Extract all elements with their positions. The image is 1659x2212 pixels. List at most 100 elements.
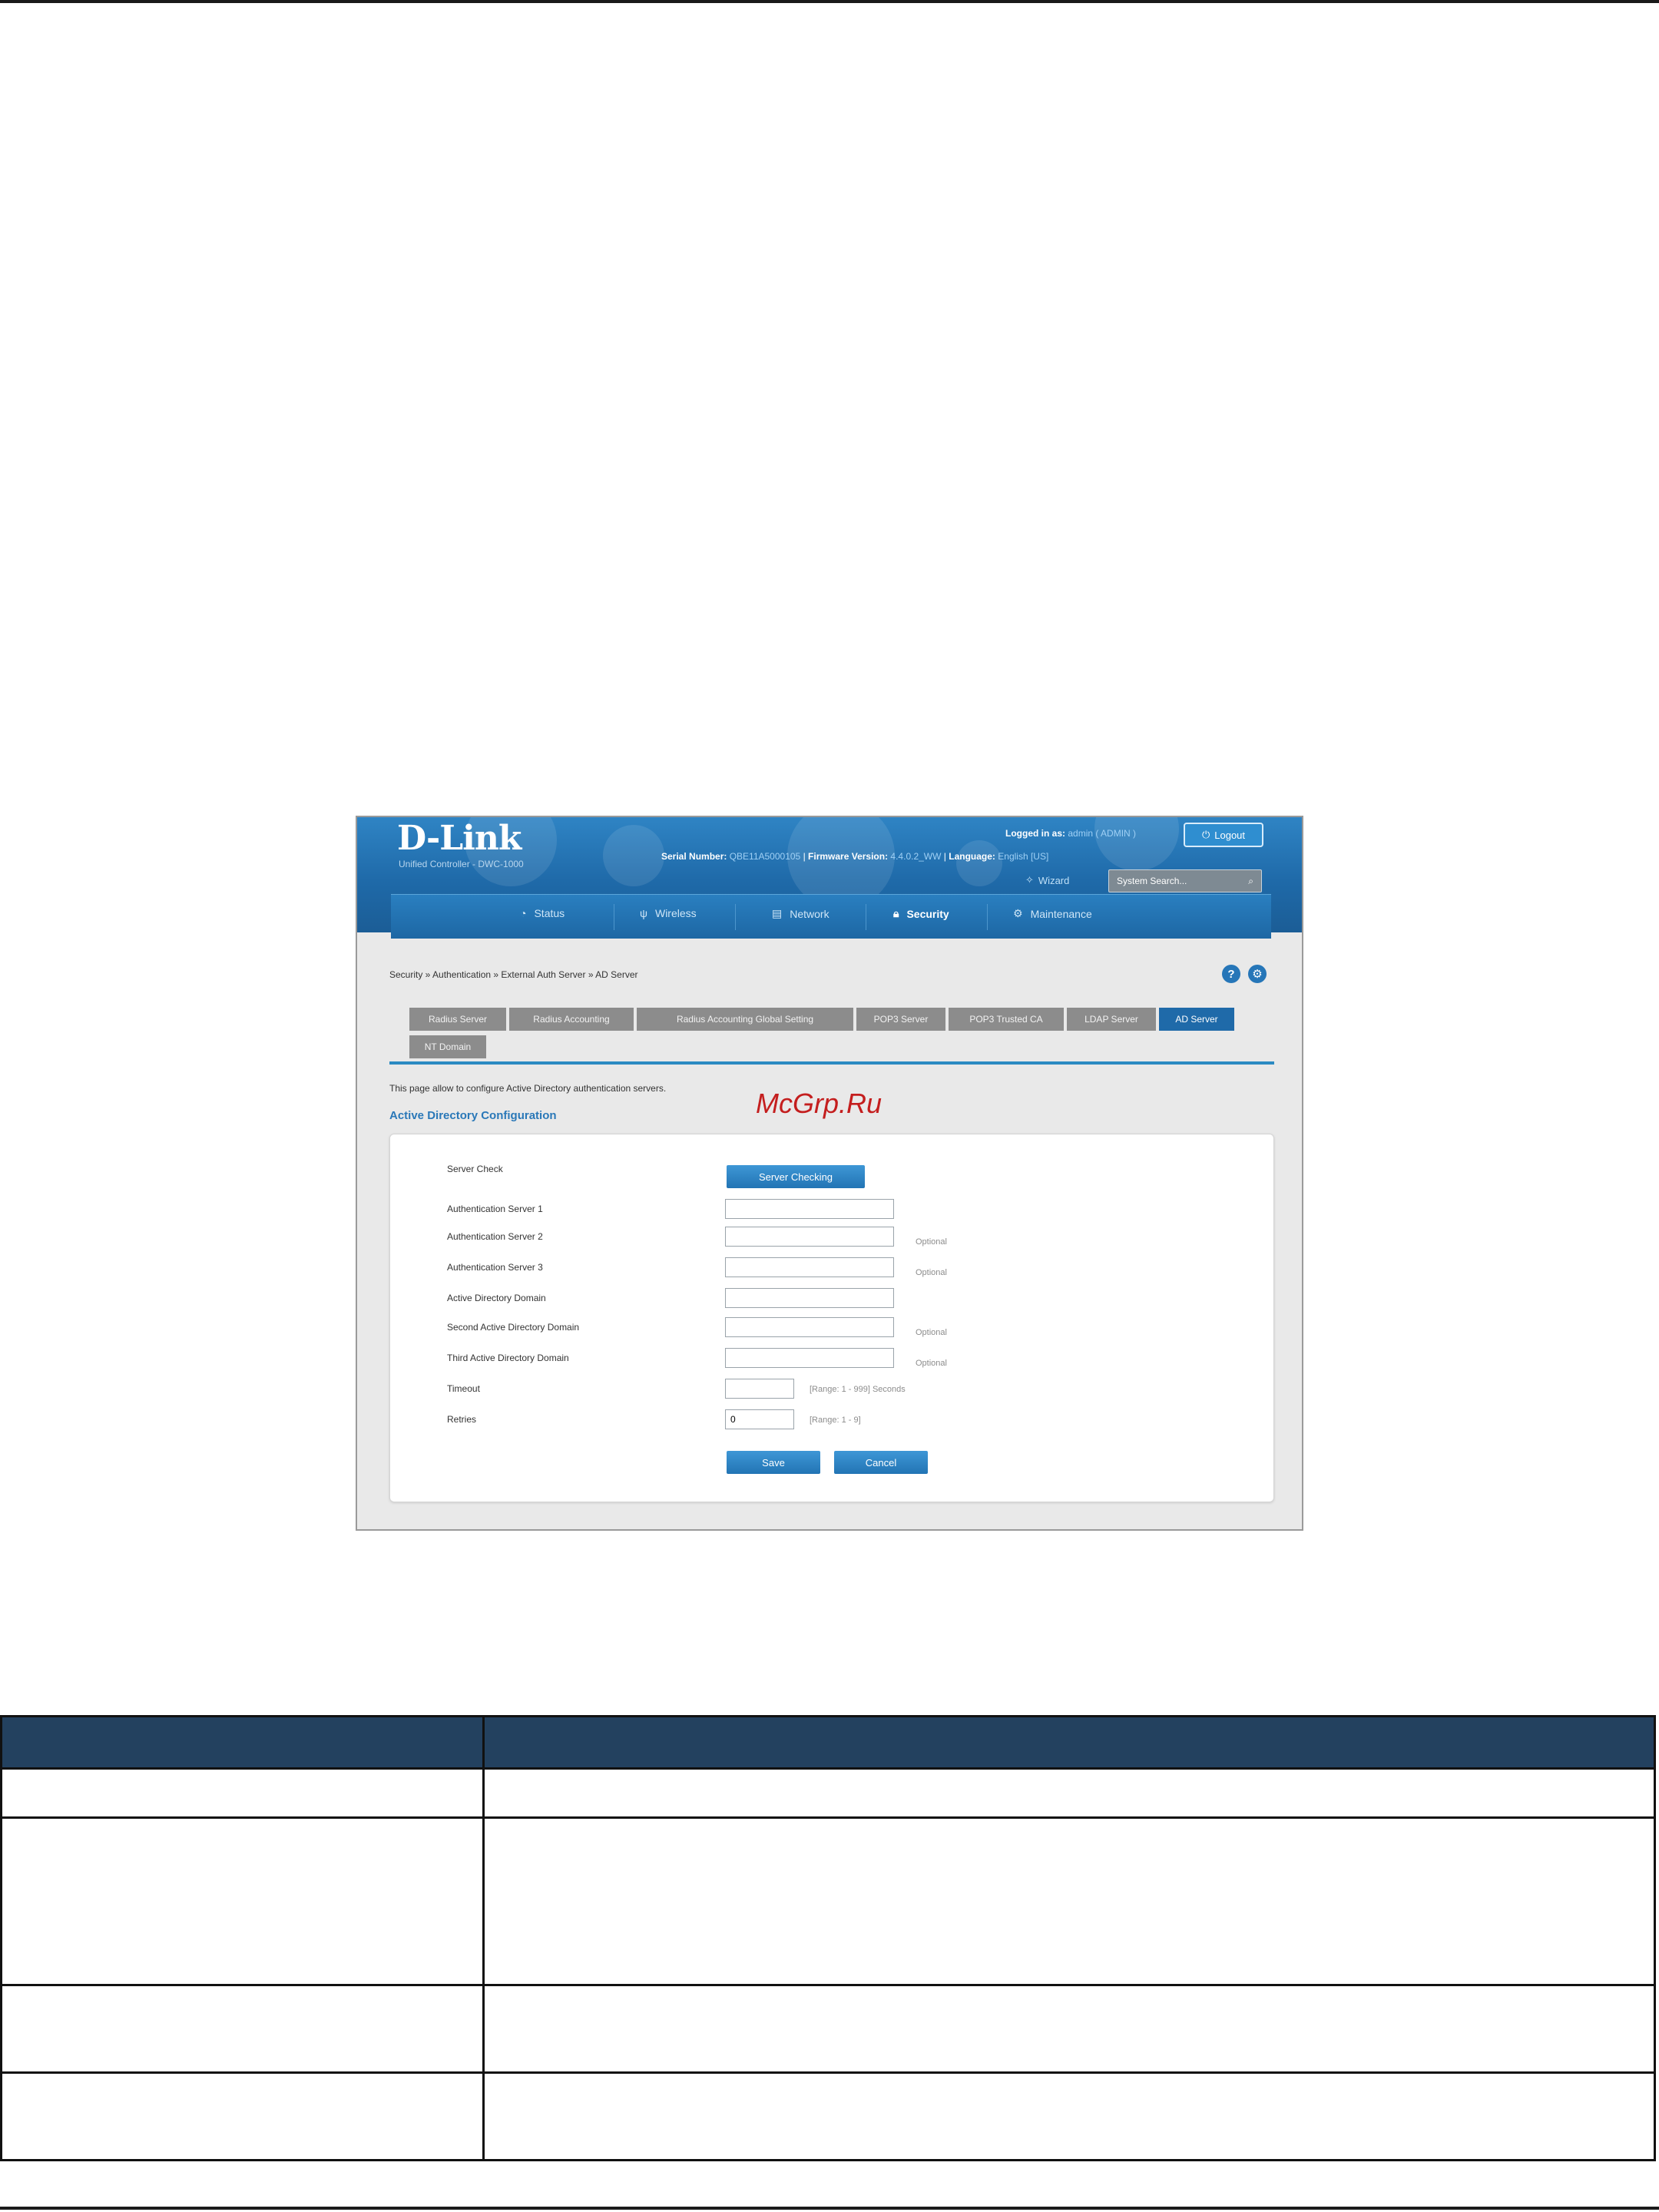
second-ad-domain-label: Second Active Directory Domain [447,1322,580,1333]
timeout-label: Timeout [447,1383,480,1394]
auth-server-3-label: Authentication Server 3 [447,1262,543,1273]
wizard-label: Wizard [1038,874,1070,886]
third-ad-domain-label: Third Active Directory Domain [447,1353,569,1363]
tab-radius-accounting-global[interactable]: Radius Accounting Global Setting [637,1008,853,1031]
antenna-icon: ψ [640,907,647,919]
breadcrumb: Security » Authentication » External Aut… [389,969,638,980]
table-row [0,1984,1656,2074]
cancel-button[interactable]: Cancel [834,1451,928,1474]
language-value[interactable]: English [US] [998,851,1048,862]
table-cell [0,1767,485,1819]
second-ad-domain-input[interactable] [725,1317,894,1337]
help-icon[interactable]: ? [1222,965,1240,983]
decor-bubble [956,840,1002,886]
page-bottom-rule [0,2207,1659,2210]
ad-config-panel: Server Check Server Checking Authenticat… [389,1134,1274,1502]
tab-pop3-trusted-ca[interactable]: POP3 Trusted CA [949,1008,1064,1031]
logout-button[interactable]: ⏻ Logout [1184,823,1263,847]
firmware-label: Firmware Version: [808,851,889,862]
watermark: McGrp.Ru [756,1088,882,1119]
table-cell [482,1816,1656,1986]
nav-wireless[interactable]: ψ Wireless [640,907,697,919]
parameter-table [0,1715,1656,2161]
decor-bubble [1094,817,1179,871]
tab-nt-domain[interactable]: NT Domain [409,1035,486,1058]
nav-security-label: Security [906,907,949,920]
logged-in-value: admin ( ADMIN ) [1068,828,1137,839]
save-button[interactable]: Save [727,1451,820,1474]
wizard-link[interactable]: ✧ Wizard [1025,874,1069,886]
settings-icon[interactable]: ⚙ [1248,965,1267,983]
nav-status-label: Status [534,907,565,919]
retries-range-hint: [Range: 1 - 9] [810,1416,861,1425]
nav-wireless-label: Wireless [654,907,697,919]
logged-in-info: Logged in as: admin ( ADMIN ) [1005,828,1136,839]
serial-label: Serial Number: [661,851,727,862]
auth-server-1-label: Authentication Server 1 [447,1204,543,1214]
table-cell [482,1767,1656,1819]
tab-ad-server[interactable]: AD Server [1159,1008,1234,1031]
tab-radius-server[interactable]: Radius Server [409,1008,506,1031]
table-cell [482,2071,1656,2161]
retries-label: Retries [447,1414,477,1425]
dlink-logo: D-Link [397,819,522,858]
wand-icon: ✧ [1025,874,1034,886]
table-row [0,1767,1656,1819]
gear-icon: ⚙ [1013,907,1023,919]
tab-underline [389,1061,1274,1065]
tab-pop3-server[interactable]: POP3 Server [856,1008,945,1031]
timeout-range-hint: [Range: 1 - 999] Seconds [810,1385,906,1394]
table-header-cell [482,1715,1656,1770]
optional-hint: Optional [916,1268,947,1277]
nav-status[interactable]: ◔ Status [520,907,565,919]
auth-server-2-label: Authentication Server 2 [447,1231,543,1242]
table-cell [0,2071,485,2161]
nav-maintenance-label: Maintenance [1030,907,1092,920]
auth-server-1-input[interactable] [725,1199,894,1219]
logout-label: Logout [1214,829,1246,841]
nav-security[interactable]: 🔒︎ Security [893,907,949,920]
logged-in-label: Logged in as: [1005,828,1065,839]
tab-radius-accounting[interactable]: Radius Accounting [509,1008,634,1031]
search-placeholder: System Search... [1117,876,1187,886]
firmware-value: 4.4.0.2_WW [890,851,942,862]
optional-hint: Optional [916,1359,947,1368]
table-header-cell [0,1715,485,1770]
serial-value: QBE11A5000105 [729,851,801,862]
nav-network[interactable]: ▤ Network [772,907,830,920]
device-info: Serial Number: QBE11A5000105 | Firmware … [661,851,1049,862]
auth-server-3-input[interactable] [725,1257,894,1277]
table-cell [0,1816,485,1986]
decor-bubble [603,825,664,886]
server-check-label: Server Check [447,1164,503,1174]
table-row [0,2071,1656,2161]
nav-network-label: Network [790,907,830,920]
ad-domain-input[interactable] [725,1288,894,1308]
table-header-row [0,1715,1656,1770]
table-cell [482,1984,1656,2074]
nav-divider [987,904,988,930]
optional-hint: Optional [916,1328,947,1337]
page-top-rule [0,0,1659,3]
language-label: Language: [949,851,995,862]
main-nav: ◔ Status ψ Wireless ▤ Network 🔒︎ Securit… [391,894,1271,939]
table-cell [0,1984,485,2074]
optional-hint: Optional [916,1237,947,1247]
ad-domain-label: Active Directory Domain [447,1293,546,1303]
product-subtitle: Unified Controller - DWC-1000 [399,859,524,869]
lock-icon: 🔒︎ [893,907,899,919]
nav-maintenance[interactable]: ⚙ Maintenance [1013,907,1092,920]
retries-input[interactable] [725,1409,794,1429]
server-checking-button[interactable]: Server Checking [727,1165,865,1188]
third-ad-domain-input[interactable] [725,1348,894,1368]
auth-server-2-input[interactable] [725,1227,894,1247]
search-icon: ⌕ [1248,875,1253,886]
system-search-input[interactable]: System Search... ⌕ [1108,869,1262,892]
gauge-icon: ◔ [520,907,527,919]
table-row [0,1816,1656,1986]
screenshot-figure: D-Link Unified Controller - DWC-1000 Log… [356,816,1303,1531]
section-title: Active Directory Configuration [389,1109,557,1122]
timeout-input[interactable] [725,1379,794,1399]
tab-ldap-server[interactable]: LDAP Server [1067,1008,1156,1031]
power-icon: ⏻ [1201,829,1210,840]
